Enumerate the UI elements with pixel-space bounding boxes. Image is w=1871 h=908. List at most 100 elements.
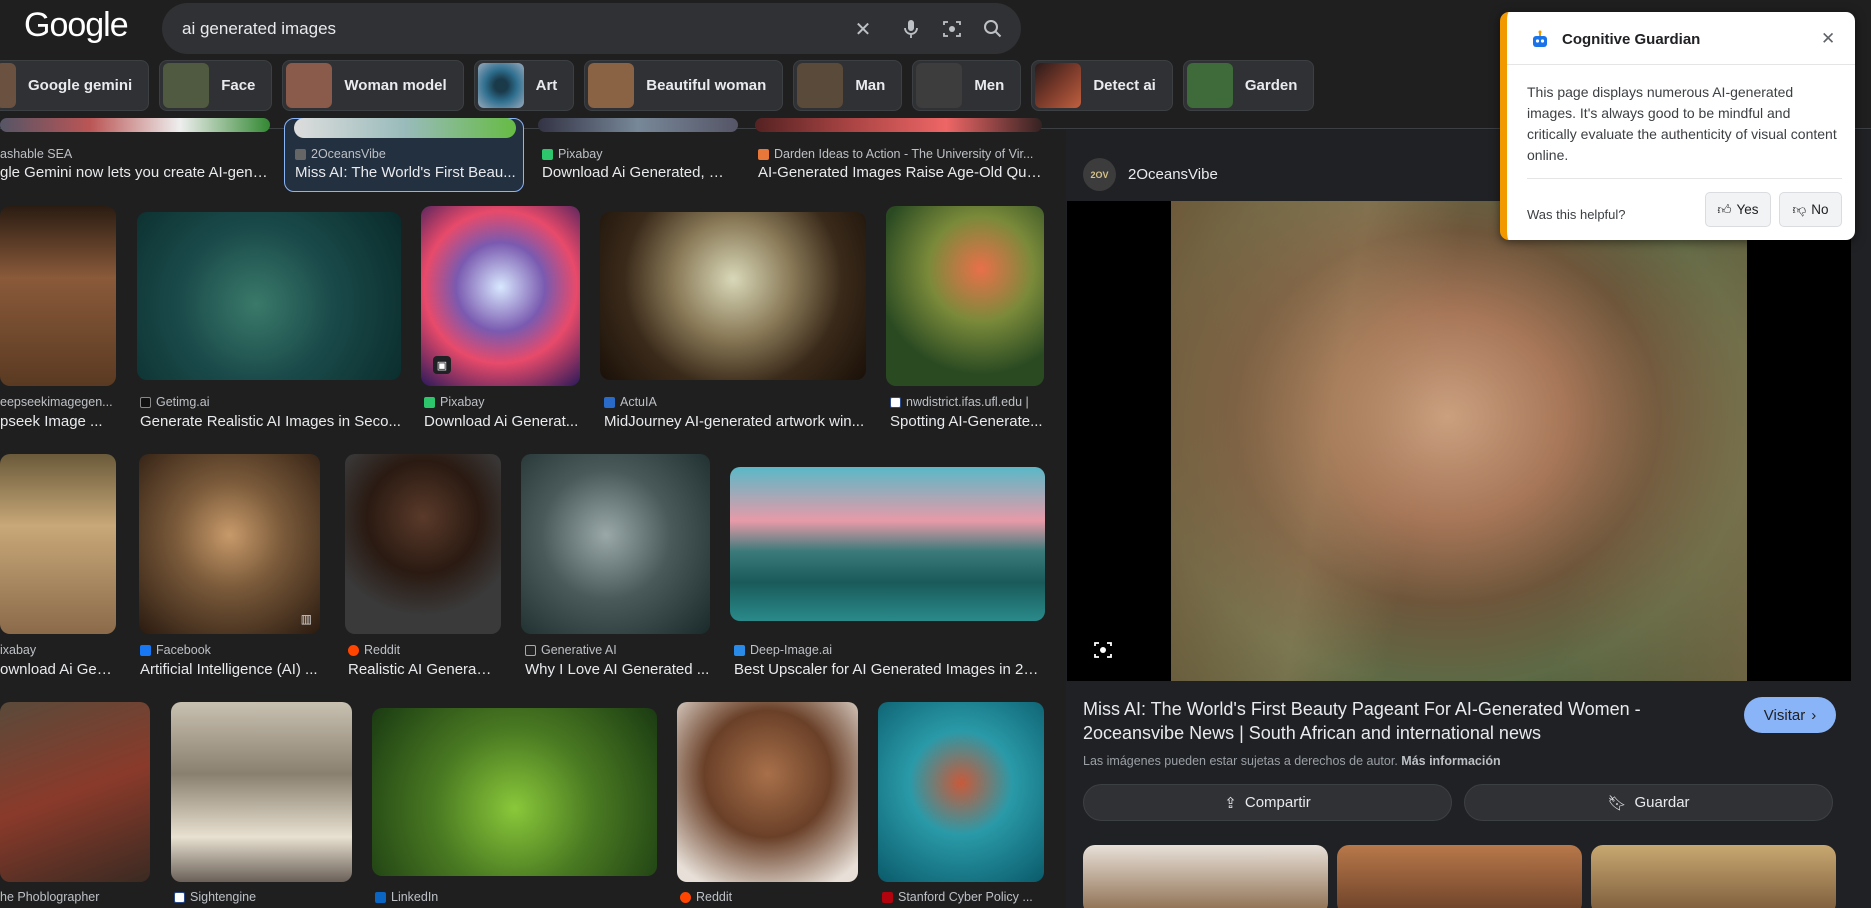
image-title[interactable]: MidJourney AI-generated artwork win... [604,413,870,430]
visit-button[interactable]: Visitar › [1744,697,1836,733]
related-image[interactable] [1337,845,1582,908]
chip-label: Face [221,77,256,94]
chip-garden[interactable]: Garden [1182,60,1315,111]
chip-men[interactable]: Men [912,60,1022,111]
chip-label: Art [535,77,558,94]
popup-title: Cognitive Guardian [1562,31,1701,48]
image-title[interactable]: Download Ai Generated, W... [542,164,732,181]
image-tile[interactable] [171,702,352,882]
chip-thumbnail [588,63,635,108]
image-title[interactable]: AI-Generated Images Raise Age-Old Que... [758,164,1043,181]
yes-label: Yes [1736,202,1759,217]
image-tile[interactable] [878,702,1044,882]
image-source: Generative AI [525,643,710,657]
image-source: Facebook [140,643,320,657]
image-tile[interactable] [730,467,1045,621]
image-tile[interactable] [0,454,116,634]
preview-site-name[interactable]: 2OceansVibe [1128,166,1218,183]
chip-beautiful-woman[interactable]: Beautiful woman [584,60,784,111]
image-tile[interactable] [0,206,116,386]
image-source: Reddit [348,643,508,657]
image-source: he Phoblographer [0,890,100,904]
image-source: Sightengine [174,890,354,904]
image-tile[interactable] [600,212,866,380]
lens-icon[interactable] [1090,637,1116,663]
related-image[interactable] [1083,845,1328,908]
image-tile[interactable]: ▣ [421,206,580,386]
image-tile[interactable] [0,702,150,882]
image-tile[interactable] [755,118,1042,132]
image-tile[interactable] [677,702,858,882]
more-info-link[interactable]: Más información [1401,754,1500,768]
share-label: Compartir [1244,794,1311,811]
image-tile[interactable] [294,118,516,138]
image-source: Getimg.ai [140,395,404,409]
search-bar[interactable]: ✕ [162,3,1021,54]
image-title[interactable]: ownload Ai Gene... [0,661,116,678]
chip-thumbnail [1186,63,1233,108]
image-title[interactable]: Best Upscaler for AI Generated Images in… [734,661,1044,678]
cognitive-guardian-popup: Cognitive Guardian ✕ This page displays … [1500,12,1855,240]
chip-man[interactable]: Man [793,60,903,111]
chip-woman-model[interactable]: Woman model [282,60,464,111]
image-tile[interactable] [886,206,1044,386]
site-avatar: 2OV [1083,158,1116,191]
visit-label: Visitar [1763,706,1806,724]
thumbs-down-icon: 👎︎ [1792,202,1807,217]
close-icon[interactable]: ✕ [1821,29,1835,49]
chip-art[interactable]: Art [473,60,575,111]
image-title[interactable]: Why I Love AI Generated ... [525,661,710,678]
image-source: Pixabay [542,147,742,161]
chip-google-gemini[interactable]: Google gemini [0,60,150,111]
image-source: ixabay [0,643,37,657]
no-button[interactable]: 👎︎ No [1779,192,1842,227]
image-tile[interactable] [372,708,657,876]
image-title[interactable]: Download Ai Generat... [424,413,584,430]
image-title[interactable]: Miss AI: The World's First Beau... [295,164,517,181]
chevron-right-icon: › [1811,706,1817,724]
image-tile[interactable]: ▥ [139,454,320,634]
chip-thumbnail [286,63,333,108]
microphone-icon[interactable] [898,16,924,42]
search-input[interactable] [182,3,822,54]
share-icon: ⇪ [1224,794,1237,812]
search-icon[interactable] [980,16,1006,42]
image-tile[interactable] [345,454,501,634]
save-button[interactable]: 🔖︎ Guardar [1464,784,1833,821]
image-tile[interactable] [521,454,710,634]
image-title[interactable]: Generate Realistic AI Images in Seco... [140,413,404,430]
chip-thumbnail [163,63,210,108]
chip-label: Man [855,77,886,94]
chip-face[interactable]: Face [159,60,273,111]
chip-thumbnail [916,63,963,108]
copyright-notice: Las imágenes pueden estar sujetas a dere… [1083,754,1501,768]
image-title[interactable]: Artificial Intelligence (AI) ... [140,661,320,678]
image-source: Reddit [680,890,860,904]
image-title[interactable]: gle Gemini now lets you create AI-gene..… [0,164,270,181]
chip-label: Detect ai [1093,77,1156,94]
chip-label: Beautiful woman [646,77,767,94]
image-source: Darden Ideas to Action - The University … [758,147,1043,161]
google-images-page: Google ✕ Google gemini Face Woman model … [0,0,1871,908]
chip-thumbnail [1035,63,1082,108]
chip-label: Woman model [344,77,447,94]
chip-detect-ai[interactable]: Detect ai [1031,60,1173,111]
image-title[interactable]: Realistic AI Generat... [348,661,492,678]
related-image[interactable] [1591,845,1836,908]
lens-icon[interactable] [939,16,965,42]
image-title[interactable]: Spotting AI-Generate... [890,413,1044,430]
google-logo[interactable]: Google [24,6,129,45]
image-tile[interactable] [0,118,270,132]
chip-label: Garden [1244,77,1298,94]
share-button[interactable]: ⇪ Compartir [1083,784,1452,821]
yes-button[interactable]: 👍︎ Yes [1705,192,1771,227]
no-label: No [1811,202,1829,217]
image-tile[interactable] [137,212,401,380]
image-source: ActuIA [604,395,870,409]
image-title[interactable]: pseek Image ... [0,413,116,430]
image-source: Stanford Cyber Policy ... [882,890,1042,904]
close-icon[interactable]: ✕ [850,16,876,42]
image-tile[interactable] [538,118,738,132]
thumbs-up-icon: 👍︎ [1717,202,1732,217]
preview-title[interactable]: Miss AI: The World's First Beauty Pagean… [1083,697,1683,745]
